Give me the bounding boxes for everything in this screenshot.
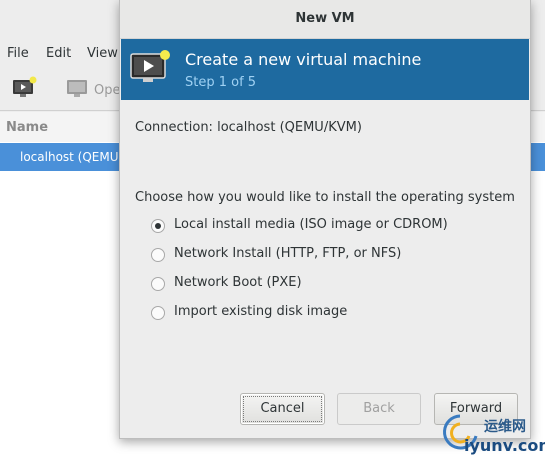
banner-title: Create a new virtual machine <box>185 50 422 69</box>
install-prompt: Choose how you would like to install the… <box>135 190 515 205</box>
option-label: Import existing disk image <box>174 304 348 319</box>
connection-value: localhost (QEMU/KVM) <box>217 120 362 135</box>
new-vm-icon[interactable] <box>12 76 38 104</box>
menu-file[interactable]: File <box>7 46 29 61</box>
dialog-titlebar[interactable]: New VM <box>120 0 530 39</box>
option-label: Network Install (HTTP, FTP, or NFS) <box>174 246 402 261</box>
toolbar-open-label[interactable]: Ope <box>94 83 120 98</box>
radio-network-boot[interactable] <box>151 277 165 291</box>
dialog-title: New VM <box>295 11 355 26</box>
radio-import-disk[interactable] <box>151 306 165 320</box>
monitor-icon[interactable] <box>66 76 90 104</box>
option-label: Network Boot (PXE) <box>174 275 302 290</box>
watermark-line2: iyunv.com <box>464 436 545 455</box>
connection-label: Connection: <box>135 120 213 135</box>
watermark: 运维网 iyunv.com <box>440 412 545 460</box>
column-name-header[interactable]: Name <box>6 120 48 135</box>
radio-network-install[interactable] <box>151 248 165 262</box>
watermark-line1: 运维网 <box>484 419 526 435</box>
dialog-banner: Create a new virtual machine Step 1 of 5 <box>121 39 529 100</box>
radio-local-media[interactable] <box>151 219 165 233</box>
option-label: Local install media (ISO image or CDROM) <box>174 217 448 232</box>
new-vm-dialog: New VM Create a new virtual machine Step… <box>119 0 531 439</box>
menu-view[interactable]: View <box>87 46 118 61</box>
connection-info: Connection: localhost (QEMU/KVM) <box>135 120 362 135</box>
banner-step: Step 1 of 5 <box>185 75 257 90</box>
connection-row-label: localhost (QEMU) <box>20 150 124 164</box>
banner-vm-icon <box>129 48 173 92</box>
cancel-button[interactable]: Cancel <box>240 393 325 425</box>
menu-edit[interactable]: Edit <box>46 46 71 61</box>
back-button[interactable]: Back <box>337 393 421 425</box>
